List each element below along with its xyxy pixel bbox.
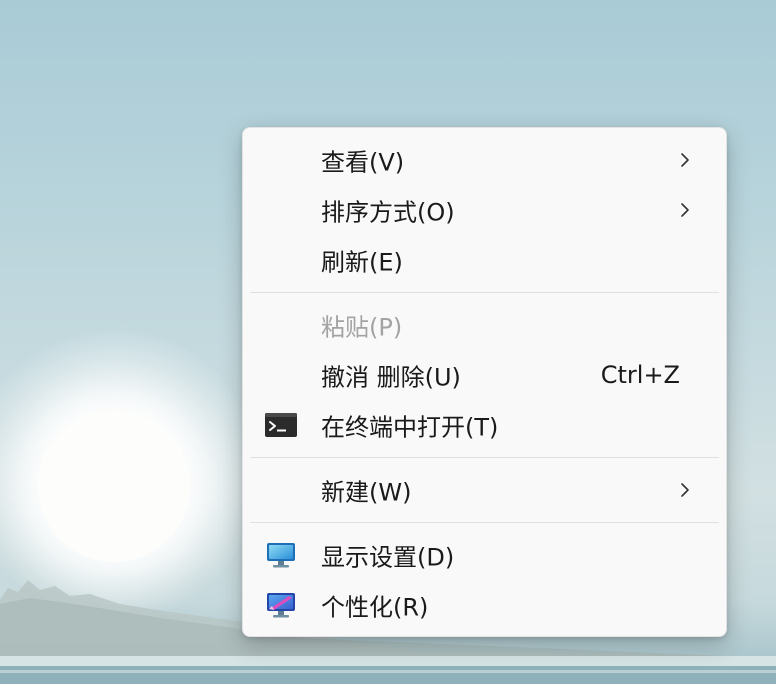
menu-item-label: 撤消 删除(U) — [321, 363, 461, 392]
terminal-icon — [265, 413, 297, 437]
menu-item-personalize[interactable]: 个性化(R) — [249, 580, 720, 630]
menu-item-label: 在终端中打开(T) — [321, 413, 499, 442]
menu-item-label: 个性化(R) — [321, 593, 429, 622]
menu-item-refresh[interactable]: 刷新(E) — [249, 235, 720, 285]
menu-separator — [250, 457, 719, 458]
menu-separator — [250, 522, 719, 523]
sun — [38, 410, 190, 562]
menu-item-paste[interactable]: 粘贴(P) — [249, 300, 720, 350]
menu-item-label: 查看(V) — [321, 148, 405, 177]
desktop-background[interactable]: 查看(V) 排序方式(O) 刷新(E) 粘贴(P) 撤消 删除(U) Ctrl+… — [0, 0, 776, 684]
menu-item-open-in-terminal[interactable]: 在终端中打开(T) — [249, 400, 720, 450]
chevron-right-icon — [681, 483, 689, 497]
menu-item-display-settings[interactable]: 显示设置(D) — [249, 530, 720, 580]
menu-item-new[interactable]: 新建(W) — [249, 465, 720, 515]
menu-item-label: 排序方式(O) — [321, 198, 455, 227]
menu-item-view[interactable]: 查看(V) — [249, 135, 720, 185]
menu-item-undo-delete[interactable]: 撤消 删除(U) Ctrl+Z — [249, 350, 720, 400]
menu-item-label: 显示设置(D) — [321, 543, 455, 572]
context-menu: 查看(V) 排序方式(O) 刷新(E) 粘贴(P) 撤消 删除(U) Ctrl+… — [242, 127, 727, 637]
shortcut-hint: Ctrl+Z — [600, 361, 680, 389]
menu-item-label: 粘贴(P) — [321, 313, 403, 342]
personalize-icon — [267, 593, 295, 618]
menu-item-sort-by[interactable]: 排序方式(O) — [249, 185, 720, 235]
display-settings-icon — [267, 543, 295, 568]
menu-separator — [250, 292, 719, 293]
chevron-right-icon — [681, 203, 689, 217]
chevron-right-icon — [681, 153, 689, 167]
menu-item-label: 新建(W) — [321, 478, 412, 507]
menu-item-label: 刷新(E) — [321, 248, 403, 277]
